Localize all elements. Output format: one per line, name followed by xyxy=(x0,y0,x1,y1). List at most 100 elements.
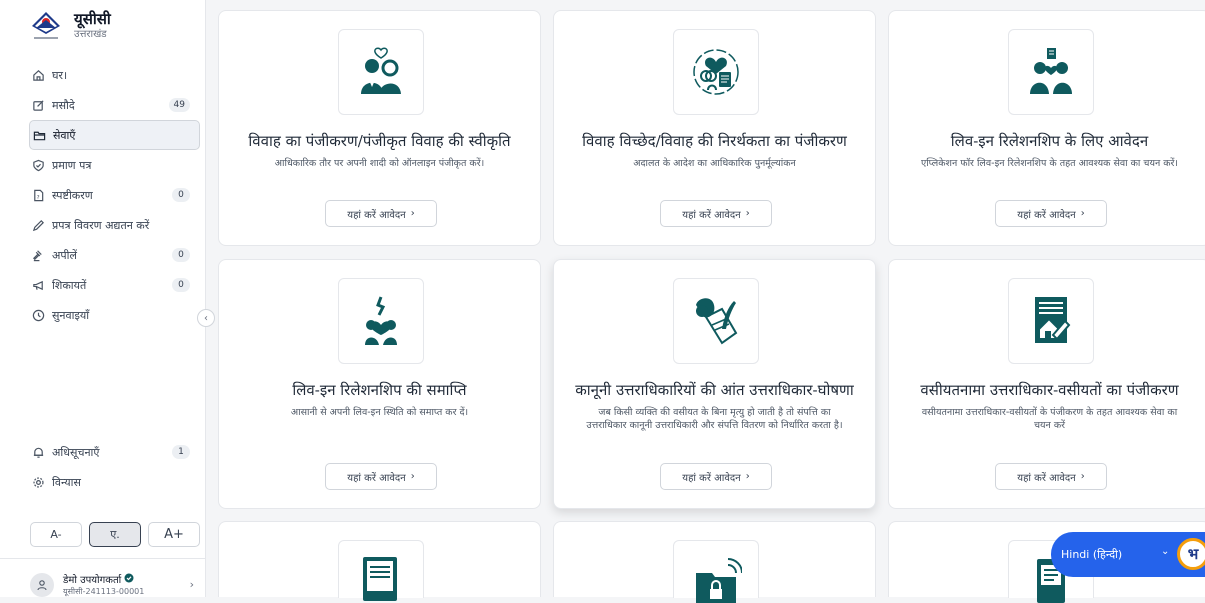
sidebar-bottom-nav: अधिसूचनाएँ 1 विन्यास xyxy=(29,437,200,497)
sidebar-item-appeals[interactable]: अपीलें 0 xyxy=(29,240,200,270)
service-card-description: आसानी से अपनी लिव-इन स्थिति को समाप्त कर… xyxy=(290,407,469,418)
apply-button-label: यहां करें आवेदन xyxy=(347,209,406,221)
service-card-testamentary-succession[interactable]: वसीयतनामा उत्तराधिकार-वसीयतों का पंजीकरण… xyxy=(888,259,1205,509)
sidebar-item-label: स्पष्टीकरण xyxy=(52,188,93,202)
service-card-title: विवाह विच्छेद/विवाह की निरर्थकता का पंजी… xyxy=(582,132,847,150)
pencil-icon xyxy=(31,218,45,232)
count-badge: 1 xyxy=(172,445,190,459)
service-card-intestate-succession[interactable]: कानूनी उत्तराधिकारियों की आंत उत्तराधिका… xyxy=(553,259,876,509)
user-id: यूसीसी-241113-00001 xyxy=(63,587,145,596)
chevron-right-icon: › xyxy=(745,208,750,219)
sidebar-item-label: अपीलें xyxy=(52,248,77,262)
chevron-right-icon: › xyxy=(1080,208,1085,219)
gear-icon xyxy=(31,475,45,489)
gavel-icon xyxy=(31,248,45,262)
edit-icon xyxy=(31,98,45,112)
count-badge: 0 xyxy=(172,278,190,292)
divider xyxy=(0,558,206,559)
bell-icon xyxy=(31,445,45,459)
sidebar-item-label: विन्यास xyxy=(52,475,81,489)
sidebar-item-label: घर। xyxy=(52,68,68,82)
count-badge: 0 xyxy=(172,188,190,202)
broken-heart-rings-icon xyxy=(673,29,759,115)
apply-button[interactable]: यहां करें आवेदन › xyxy=(325,463,437,490)
chevron-right-icon: › xyxy=(745,471,750,482)
sidebar-item-services[interactable]: सेवाएँ xyxy=(29,120,200,150)
chevron-right-icon: › xyxy=(410,208,415,219)
service-card-description: जब किसी व्यक्ति की वसीयत के बिना मृत्यु … xyxy=(586,407,843,431)
sidebar-item-label: प्रपत्र विवरण अद्यतन करें xyxy=(52,218,150,232)
sidebar-item-notifications[interactable]: अधिसूचनाएँ 1 xyxy=(29,437,200,467)
font-decrease-button[interactable]: A- xyxy=(30,522,82,547)
font-size-controls: A- ए. A+ xyxy=(30,522,200,547)
apply-button-label: यहां करें आवेदन xyxy=(1017,472,1076,484)
uttarakhand-emblem-icon xyxy=(30,10,62,42)
font-normal-button[interactable]: ए. xyxy=(89,522,141,547)
megaphone-icon xyxy=(31,278,45,292)
service-card-description: आधिकारिक तौर पर अपनी शादी को ऑनलाइन पंजी… xyxy=(274,158,485,169)
chevron-left-icon: ‹ xyxy=(204,312,208,324)
font-increase-button[interactable]: A+ xyxy=(148,522,200,547)
apply-button[interactable]: यहां करें आवेदन › xyxy=(660,200,772,227)
apply-button[interactable]: यहां करें आवेदन › xyxy=(995,463,1107,490)
service-card-title: कानूनी उत्तराधिकारियों की आंत उत्तराधिका… xyxy=(575,381,854,399)
user-profile[interactable]: डेमो उपयोगकर्ता यूसीसी-241113-00001 › xyxy=(30,572,200,597)
apply-button[interactable]: यहां करें आवेदन › xyxy=(660,463,772,490)
user-name: डेमो उपयोगकर्ता xyxy=(63,575,122,586)
sidebar: यूसीसी उत्तराखंड घर। मसौदे 49 सेवाएँ प्र… xyxy=(0,0,215,597)
couple-document-icon xyxy=(1008,29,1094,115)
sidebar-item-home[interactable]: घर। xyxy=(29,60,200,90)
document-hand-icon xyxy=(338,540,424,601)
sidebar-item-complaints[interactable]: शिकायतें 0 xyxy=(29,270,200,300)
house-will-document-icon xyxy=(1008,278,1094,364)
shield-check-icon xyxy=(31,158,45,172)
chevron-right-icon: › xyxy=(189,578,194,591)
service-card-divorce-registration[interactable]: विवाह विच्छेद/विवाह की निरर्थकता का पंजी… xyxy=(553,10,876,246)
folder-lock-signal-icon xyxy=(673,540,759,603)
sidebar-item-hearings[interactable]: सुनवाइयाँ xyxy=(29,300,200,330)
sidebar-item-label: शिकायतें xyxy=(52,278,87,292)
avatar xyxy=(30,572,54,597)
chevron-down-icon: ⌄ xyxy=(1161,546,1170,557)
home-icon xyxy=(31,68,45,82)
collapse-sidebar-button[interactable]: ‹ xyxy=(197,309,215,327)
svg-text:?: ? xyxy=(36,194,39,200)
service-card-marriage-registration[interactable]: विवाह का पंजीकरण/पंजीकृत विवाह की स्वीकृ… xyxy=(218,10,541,246)
apply-button-label: यहां करें आवेदन xyxy=(347,472,406,484)
service-card-description: अदालत के आदेश का आधिकारिक पुनर्मूल्यांकन xyxy=(633,158,796,169)
service-card-title: लिव-इन रिलेशनशिप के लिए आवेदन xyxy=(950,132,1149,150)
clock-icon xyxy=(31,308,45,322)
folder-icon xyxy=(32,128,46,142)
sidebar-item-settings[interactable]: विन्यास xyxy=(29,467,200,497)
apply-button[interactable]: यहां करें आवेदन › xyxy=(995,200,1107,227)
brand-title: यूसीसी xyxy=(74,10,111,28)
sidebar-item-label: मसौदे xyxy=(52,98,75,112)
service-card-description: एप्लिकेशन फॉर लिव-इन रिलेशनशिप के तहत आव… xyxy=(920,158,1179,169)
apply-button-label: यहां करें आवेदन xyxy=(682,472,741,484)
sidebar-item-label: सेवाएँ xyxy=(53,128,76,142)
document-question-icon: ? xyxy=(31,188,45,202)
sidebar-item-label: प्रमाण पत्र xyxy=(52,158,92,172)
sidebar-item-clarifications[interactable]: ? स्पष्टीकरण 0 xyxy=(29,180,200,210)
verified-icon xyxy=(124,573,134,586)
language-label: Hindi (हिन्दी) xyxy=(1061,548,1123,561)
service-card-description: वसीयतनामा उत्तराधिकार-वसीयतों के पंजीकरण… xyxy=(921,407,1178,431)
sidebar-item-label: सुनवाइयाँ xyxy=(52,308,90,322)
service-card-live-in-application[interactable]: लिव-इन रिलेशनशिप के लिए आवेदन एप्लिकेशन फ… xyxy=(888,10,1205,246)
sidebar-item-update-form[interactable]: प्रपत्र विवरण अद्यतन करें xyxy=(29,210,200,240)
sidebar-item-certificates[interactable]: प्रमाण पत्र xyxy=(29,150,200,180)
service-card-partial[interactable] xyxy=(218,521,541,601)
service-card-title: वसीयतनामा उत्तराधिकार-वसीयतों का पंजीकरण xyxy=(920,381,1179,399)
brand[interactable]: यूसीसी उत्तराखंड xyxy=(30,10,111,42)
sidebar-item-drafts[interactable]: मसौदे 49 xyxy=(29,90,200,120)
sidebar-nav: घर। मसौदे 49 सेवाएँ प्रमाण पत्र ? स्पष्ट… xyxy=(29,60,200,330)
service-card-partial[interactable] xyxy=(553,521,876,603)
language-selector[interactable]: Hindi (हिन्दी) ⌄ भ xyxy=(1051,532,1205,577)
service-card-live-in-termination[interactable]: लिव-इन रिलेशनशिप की समाप्ति आसानी से अपनी… xyxy=(218,259,541,509)
apply-button[interactable]: यहां करें आवेदन › xyxy=(325,200,437,227)
chevron-right-icon: › xyxy=(410,471,415,482)
count-badge: 0 xyxy=(172,248,190,262)
brand-subtitle: उत्तराखंड xyxy=(74,29,107,40)
sidebar-item-label: अधिसूचनाएँ xyxy=(52,445,100,459)
chevron-right-icon: › xyxy=(1080,471,1085,482)
